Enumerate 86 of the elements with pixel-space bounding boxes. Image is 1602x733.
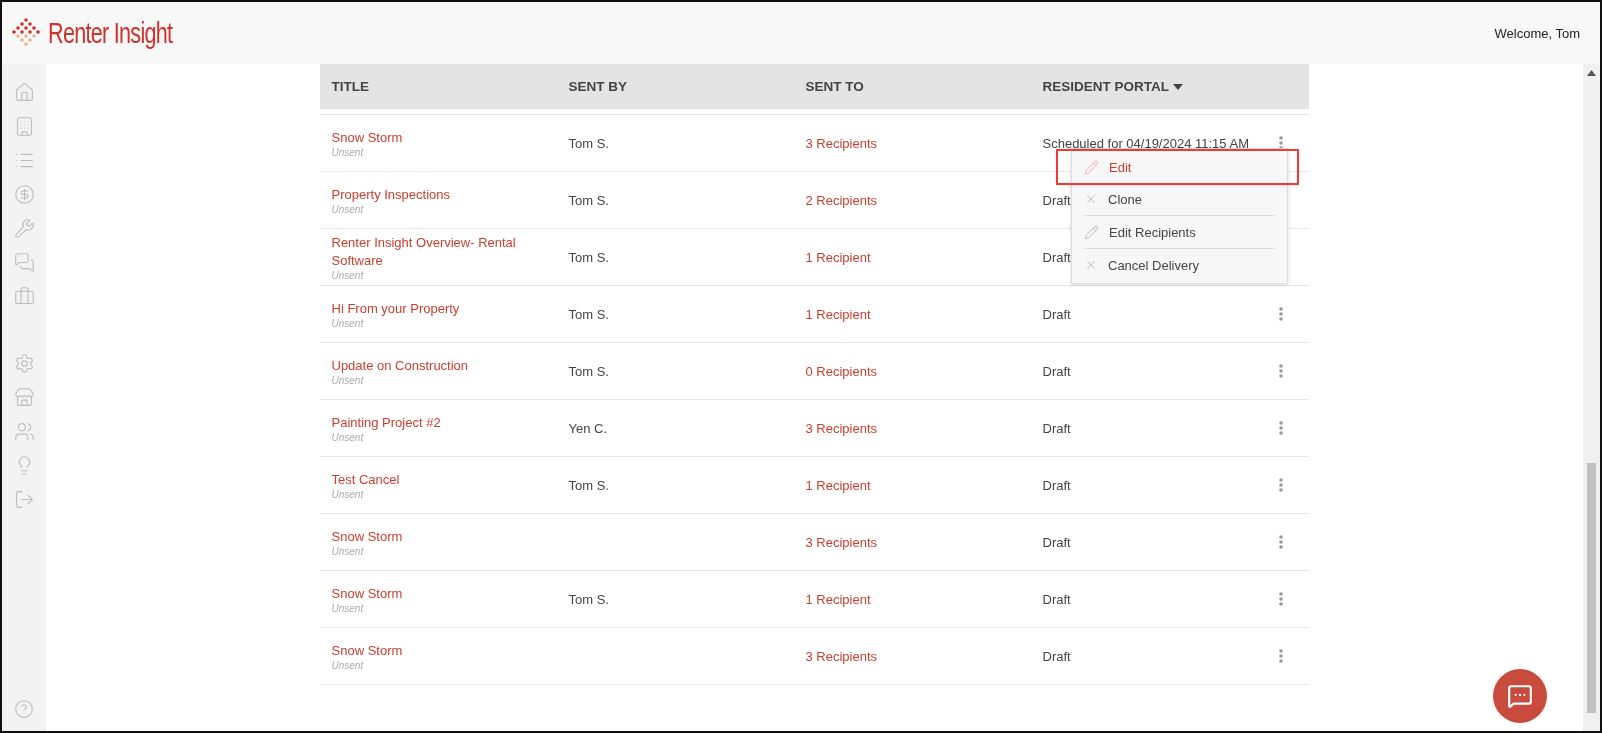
dollar-icon[interactable] — [13, 184, 35, 205]
portal-status-text: Draft — [1042, 648, 1071, 664]
message-title-link[interactable]: Snow Storm — [331, 128, 537, 147]
portal-status-text: Draft — [1042, 477, 1071, 493]
column-header[interactable]: SENT BY — [568, 79, 806, 94]
sender-text: Tom S. — [568, 591, 609, 607]
portal-status-text: Draft — [1042, 591, 1071, 607]
logout-icon[interactable] — [13, 489, 35, 510]
recipients-link[interactable]: 1 Recipient — [805, 306, 871, 322]
chat-button[interactable] — [1493, 669, 1547, 723]
status-text: Unsent — [331, 203, 365, 215]
status-text: Unsent — [331, 602, 365, 614]
sender-text: Tom S. — [568, 477, 609, 493]
close-icon — [1084, 258, 1098, 272]
kebab-icon — [1278, 478, 1283, 492]
chat-icon[interactable] — [13, 252, 35, 273]
pencil-icon — [1084, 224, 1099, 240]
message-title-link[interactable]: Snow Storm — [331, 641, 537, 660]
scroll-up-arrow-icon[interactable] — [1587, 70, 1596, 76]
kebab-icon — [1278, 421, 1283, 435]
message-title-link[interactable]: Snow Storm — [331, 584, 537, 603]
status-text: Unsent — [331, 317, 365, 329]
message-title-link[interactable]: Property Inspections — [331, 185, 537, 204]
pencil-icon — [1084, 159, 1099, 175]
message-title-link[interactable]: Update on Construction — [331, 356, 537, 375]
message-title-link[interactable]: Hi From your Property — [331, 299, 537, 318]
welcome-text: Welcome, Tom — [1494, 25, 1580, 41]
home-icon[interactable] — [13, 82, 35, 103]
menu-item[interactable]: Clone — [1072, 183, 1287, 215]
kebab-icon — [1278, 136, 1283, 150]
portal-status-text: Draft — [1042, 363, 1071, 379]
kebab-icon — [1278, 535, 1283, 549]
close-icon — [1084, 192, 1098, 206]
wrench-icon[interactable] — [13, 218, 35, 239]
status-text: Unsent — [331, 146, 365, 158]
portal-status-text: Draft — [1042, 420, 1071, 436]
recipients-link[interactable]: 1 Recipient — [805, 591, 871, 607]
scrollbar[interactable] — [1583, 64, 1600, 731]
column-header[interactable]: RESIDENT PORTAL — [1042, 79, 1309, 94]
store-icon[interactable] — [13, 387, 35, 408]
recipients-link[interactable]: 1 Recipient — [805, 249, 871, 265]
menu-item[interactable]: Cancel Delivery — [1072, 249, 1287, 281]
recipients-link[interactable]: 3 Recipients — [805, 135, 878, 151]
chat-bubble-icon — [1507, 683, 1533, 709]
status-text: Unsent — [331, 431, 365, 443]
sender-text: Tom S. — [568, 192, 609, 208]
recipients-link[interactable]: 3 Recipients — [805, 420, 878, 436]
recipients-link[interactable]: 3 Recipients — [805, 648, 878, 664]
help-icon[interactable] — [14, 699, 34, 719]
portal-status-text: Draft — [1042, 192, 1071, 208]
sender-text: Tom S. — [568, 363, 609, 379]
portal-status-text: Draft — [1042, 249, 1071, 265]
users-icon[interactable] — [13, 421, 35, 442]
scroll-thumb[interactable] — [1587, 463, 1596, 713]
menu-item[interactable]: Edit Recipients — [1072, 216, 1287, 248]
recipients-link[interactable]: 3 Recipients — [805, 534, 878, 550]
briefcase-icon[interactable] — [13, 286, 35, 307]
column-header[interactable]: SENT TO — [805, 79, 1043, 94]
message-title-link[interactable]: Test Cancel — [331, 470, 537, 489]
kebab-icon — [1278, 364, 1283, 378]
status-text: Unsent — [331, 545, 365, 557]
menu-item[interactable]: Edit — [1058, 151, 1297, 183]
status-text: Unsent — [331, 488, 365, 500]
message-title-link[interactable]: Renter Insight Overview- Rental Software — [331, 233, 537, 270]
kebab-icon — [1278, 307, 1283, 321]
portal-status-text: Draft — [1042, 306, 1071, 322]
portal-status-text: Draft — [1042, 534, 1071, 550]
message-title-link[interactable]: Painting Project #2 — [331, 413, 537, 432]
sender-text: Tom S. — [568, 249, 609, 265]
recipients-link[interactable]: 1 Recipient — [805, 477, 871, 493]
sender-text: Yen C. — [568, 420, 608, 436]
logo-icon — [12, 17, 42, 49]
column-header[interactable]: TITLE — [331, 79, 569, 94]
kebab-icon — [1278, 649, 1283, 663]
message-title-link[interactable]: Snow Storm — [331, 527, 537, 546]
status-text: Unsent — [331, 374, 365, 386]
kebab-icon — [1278, 592, 1283, 606]
status-text: Unsent — [331, 269, 365, 281]
sender-text: Tom S. — [568, 306, 609, 322]
recipients-link[interactable]: 0 Recipients — [805, 363, 878, 379]
status-text: Unsent — [331, 659, 365, 671]
settings-icon[interactable] — [13, 353, 35, 374]
brand-name: Renter Insight — [48, 16, 173, 50]
sender-text: Tom S. — [568, 135, 609, 151]
portal-status-text: Scheduled for 04/19/2024 11:15 AM — [1042, 135, 1249, 151]
recipients-link[interactable]: 2 Recipients — [805, 192, 878, 208]
